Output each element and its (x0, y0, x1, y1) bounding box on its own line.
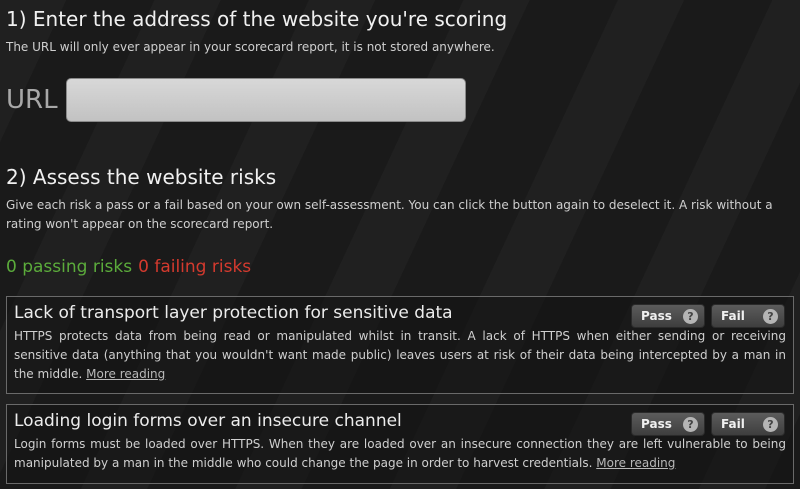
risk-description: HTTPS protects data from being read or m… (14, 327, 786, 384)
pass-button[interactable]: Pass ? (631, 412, 705, 436)
step1-description: The URL will only ever appear in your sc… (6, 40, 495, 54)
more-reading-link[interactable]: More reading (596, 456, 675, 470)
fail-button[interactable]: Fail ? (711, 304, 785, 328)
url-label: URL (6, 85, 58, 115)
help-icon[interactable]: ? (683, 416, 698, 432)
fail-button[interactable]: Fail ? (711, 412, 785, 436)
help-icon[interactable]: ? (683, 308, 698, 324)
pass-button[interactable]: Pass ? (631, 304, 705, 328)
risk-description: Login forms must be loaded over HTTPS. W… (14, 435, 786, 473)
step2-section: 2) Assess the website risks Give each ri… (6, 164, 796, 234)
fail-button-label: Fail (721, 309, 745, 323)
help-icon[interactable]: ? (763, 416, 778, 432)
step1-section: 1) Enter the address of the website you'… (6, 6, 796, 57)
pass-button-label: Pass (641, 417, 672, 431)
url-input[interactable] (66, 78, 466, 122)
risk-card: Loading login forms over an insecure cha… (6, 404, 794, 484)
risk-counts: 0 passing risks 0 failing risks (6, 257, 251, 277)
failing-risks-count: 0 failing risks (138, 257, 252, 277)
pass-button-label: Pass (641, 309, 672, 323)
url-row: URL (6, 78, 466, 122)
risk-card: Lack of transport layer protection for s… (6, 296, 794, 394)
fail-button-label: Fail (721, 417, 745, 431)
step1-heading: 1) Enter the address of the website you'… (6, 7, 508, 31)
step2-heading: 2) Assess the website risks (6, 165, 277, 189)
step2-description: Give each risk a pass or a fail based on… (6, 198, 773, 231)
risk-rating-buttons: Pass ? Fail ? (631, 412, 785, 436)
risk-rating-buttons: Pass ? Fail ? (631, 304, 785, 328)
more-reading-link[interactable]: More reading (86, 367, 165, 381)
passing-risks-count: 0 passing risks (6, 257, 133, 277)
help-icon[interactable]: ? (763, 308, 778, 324)
